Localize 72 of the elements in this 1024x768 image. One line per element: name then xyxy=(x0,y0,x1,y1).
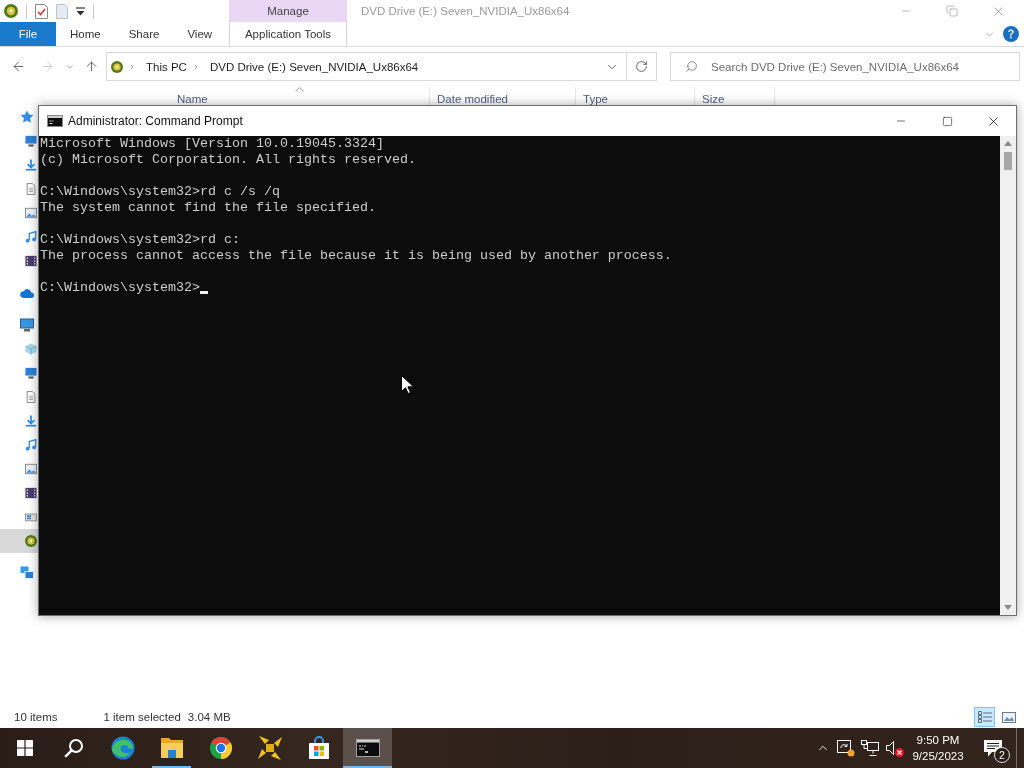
scrollbar[interactable] xyxy=(1000,136,1016,615)
music-note-icon xyxy=(25,439,37,451)
search-icon xyxy=(685,60,698,73)
selection-size: 3.04 MB xyxy=(187,711,231,723)
sort-caret-icon xyxy=(295,87,304,92)
desktop-icon xyxy=(25,135,37,147)
help-icon[interactable] xyxy=(1003,26,1019,42)
notification-count-badge: 2 xyxy=(994,747,1010,763)
pinwheel-icon xyxy=(256,735,283,761)
terminal-icon xyxy=(47,115,63,127)
details-view-icon xyxy=(977,711,992,723)
context-tab-header: Manage xyxy=(229,0,347,22)
console-line: C:\Windows\system32>rd c: xyxy=(40,232,240,248)
windows-logo-icon xyxy=(16,740,33,756)
shopping-bag-icon xyxy=(307,736,330,760)
taskbar-app-button[interactable] xyxy=(343,728,392,768)
properties-icon[interactable] xyxy=(35,3,48,19)
selection-status: 1 item selected xyxy=(103,711,181,723)
sync-alert-icon xyxy=(837,739,855,757)
document-icon xyxy=(25,391,37,403)
address-bar[interactable]: This PC DVD Drive (E:) Seven_NVIDIA_Ux86x64 xyxy=(106,52,627,81)
window-title: Administrator: Command Prompt xyxy=(68,114,243,128)
mouse-pointer-icon xyxy=(401,375,413,394)
restore-icon xyxy=(946,5,958,17)
breadcrumb[interactable]: DVD Drive (E:) Seven_NVIDIA_Ux86x64 xyxy=(209,60,419,73)
desktop-icon xyxy=(25,367,37,379)
download-icon xyxy=(25,415,37,427)
notifications-button[interactable]: 2 xyxy=(970,728,1016,768)
back-arrow-icon xyxy=(10,59,26,74)
folder-icon xyxy=(159,737,184,759)
star-icon xyxy=(20,110,34,124)
disc-icon xyxy=(111,60,123,73)
window-title: DVD Drive (E:) Seven_NVIDIA_Ux86x64 xyxy=(360,5,570,17)
large-icons-view-icon xyxy=(1001,711,1016,723)
maximize-icon xyxy=(941,115,953,127)
ribbon-tab[interactable]: Application Tools xyxy=(229,22,347,46)
item-count: 10 items xyxy=(14,711,58,723)
new-page-icon[interactable] xyxy=(56,3,68,19)
scrollbar-thumb[interactable] xyxy=(1004,152,1012,170)
disc-icon[interactable] xyxy=(4,4,18,18)
console-line: C:\Windows\system32>rd c /s /q xyxy=(40,184,280,200)
cloud-icon xyxy=(20,286,34,300)
document-icon xyxy=(25,183,37,195)
view-button[interactable] xyxy=(974,707,995,727)
console-line: The system cannot find the file specified. xyxy=(40,200,376,216)
console-prompt: C:\Windows\system32> xyxy=(40,280,200,296)
ribbon-tab[interactable]: File xyxy=(0,22,56,46)
text-cursor-icon xyxy=(199,291,208,294)
swirl-icon xyxy=(110,736,135,760)
refresh-icon xyxy=(635,60,648,73)
console-line: Microsoft Windows [Version 10.0.19045.3324] xyxy=(40,136,384,152)
chrome-icon xyxy=(208,736,233,760)
download-icon xyxy=(25,159,37,171)
terminal-icon xyxy=(355,739,380,757)
clock[interactable]: 9:50 PM 9/25/2023 xyxy=(906,728,970,768)
forward-arrow-icon xyxy=(39,59,55,74)
scroll-up-icon[interactable] xyxy=(1004,141,1012,146)
search-field[interactable]: Search DVD Drive (E:) Seven_NVIDIA_Ux86x64 xyxy=(670,52,1020,81)
customize-dropdown-icon[interactable] xyxy=(76,6,85,16)
console-line: The process cannot access the file because it is being used by another process. xyxy=(40,248,672,264)
search-icon xyxy=(63,738,84,758)
network-icon xyxy=(861,740,879,756)
network-icon xyxy=(20,566,34,580)
music-note-icon xyxy=(25,231,37,243)
drive-icon xyxy=(25,511,37,523)
chevron-right-icon xyxy=(128,62,136,71)
computer-icon xyxy=(20,318,34,332)
scroll-down-icon[interactable] xyxy=(1004,605,1012,610)
breadcrumb[interactable]: This PC xyxy=(146,60,187,73)
console-line: (c) Microsoft Corporation. All rights reserved. xyxy=(40,152,416,168)
refresh-button[interactable] xyxy=(627,52,657,81)
cube-icon xyxy=(25,343,37,355)
